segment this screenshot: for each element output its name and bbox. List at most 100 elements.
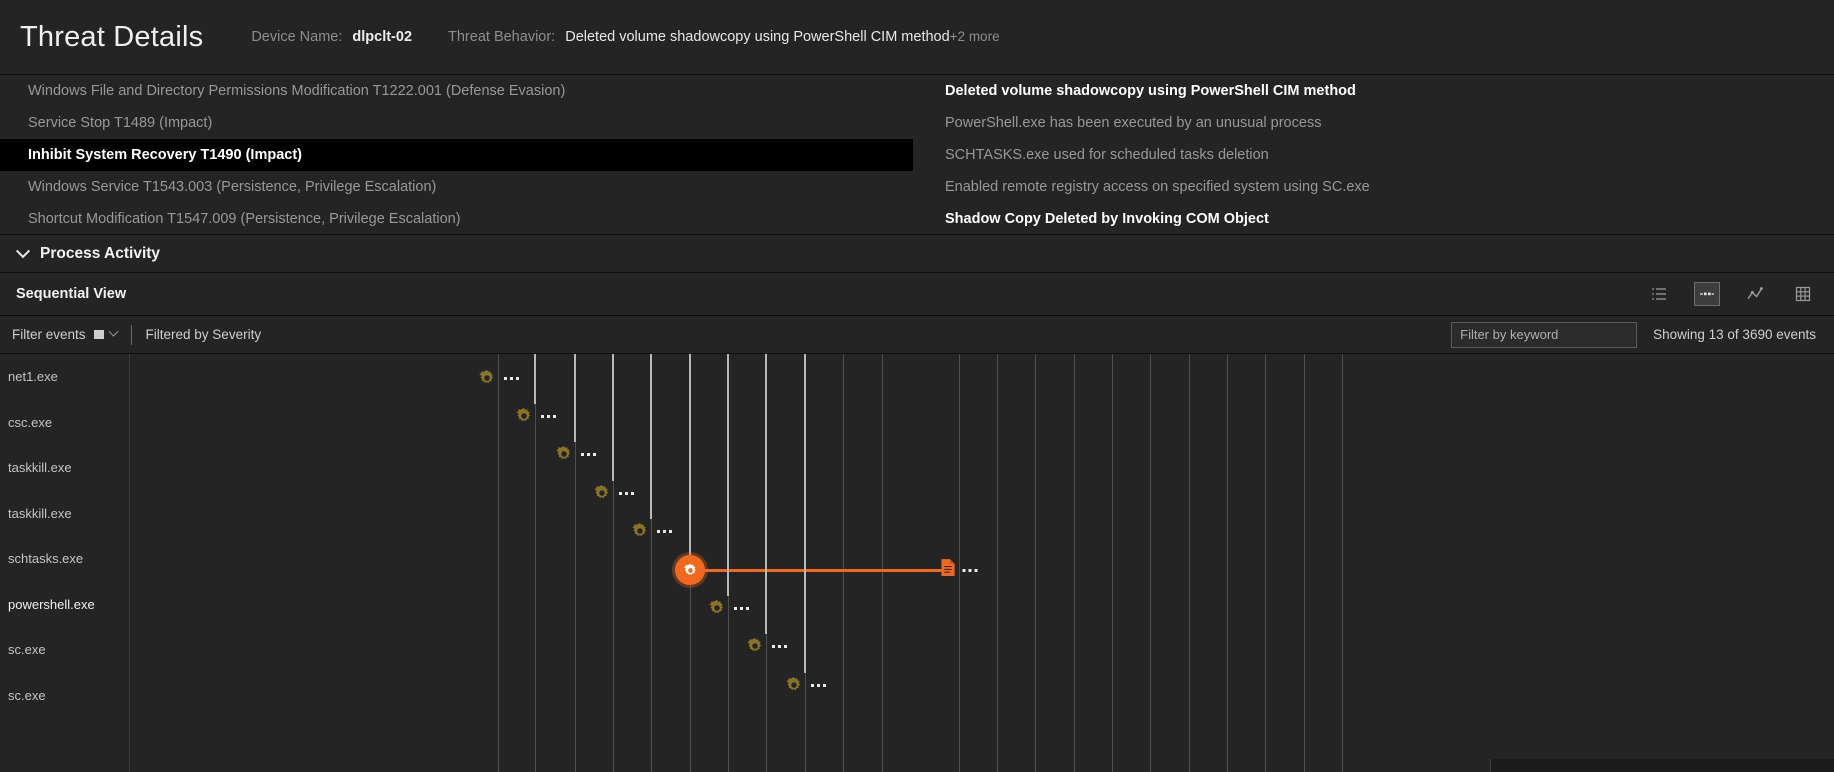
technique-row[interactable]: Inhibit System Recovery T1490 (Impact) (0, 139, 913, 171)
process-name-item[interactable]: net1.exe (0, 354, 129, 400)
page-title: Threat Details (20, 20, 204, 53)
technique-list: Windows File and Directory Permissions M… (0, 75, 915, 235)
timeline-stem (534, 354, 536, 404)
funnel-icon (93, 330, 104, 339)
more-options-icon[interactable] (504, 376, 519, 380)
technique-label: Service Stop T1489 (Impact) (28, 115, 213, 131)
timeline-gridline (1265, 354, 1266, 772)
behavior-label: PowerShell.exe has been executed by an u… (945, 115, 1322, 131)
timeline-stem (689, 354, 691, 558)
filter-toolbar: Filter events Filtered by Severity Showi… (0, 316, 1834, 354)
behavior-row[interactable]: Enabled remote registry access on specif… (945, 171, 1834, 203)
table-view-icon[interactable] (1790, 282, 1816, 306)
behavior-row[interactable]: Deleted volume shadowcopy using PowerShe… (945, 75, 1834, 107)
more-options-icon[interactable] (581, 452, 596, 456)
technique-label: Inhibit System Recovery T1490 (Impact) (28, 147, 302, 163)
divider (130, 324, 132, 345)
sequential-view-icon[interactable] (1694, 282, 1720, 306)
process-gear-icon (477, 368, 497, 388)
graph-view-icon[interactable] (1742, 282, 1768, 306)
behavior-row[interactable]: PowerShell.exe has been executed by an u… (945, 107, 1834, 139)
list-view-icon[interactable] (1646, 282, 1672, 306)
threat-behavior-value: Deleted volume shadowcopy using PowerShe… (565, 29, 999, 45)
timeline-node[interactable] (554, 444, 596, 464)
timeline-node[interactable] (592, 483, 634, 503)
timeline-stem (574, 354, 576, 442)
process-gear-icon (784, 675, 804, 695)
timeline-stem (727, 354, 729, 596)
technique-row[interactable]: Windows Service T1543.003 (Persistence, … (0, 171, 915, 203)
timeline-file-node[interactable] (941, 558, 978, 582)
technique-row[interactable]: Shortcut Modification T1547.009 (Persist… (0, 203, 915, 235)
technique-row[interactable]: Windows File and Directory Permissions M… (0, 75, 915, 107)
timeline-node[interactable] (630, 521, 672, 541)
timeline-canvas (130, 354, 1834, 772)
more-options-icon[interactable] (962, 568, 978, 572)
process-name-column: net1.exe csc.exe taskkill.exe taskkill.exe s… (0, 354, 130, 772)
process-activity-header[interactable]: Process Activity (0, 235, 1834, 273)
threat-behavior-label: Threat Behavior: (448, 29, 556, 45)
process-gear-icon (592, 483, 612, 503)
timeline-gridline (1342, 354, 1343, 772)
process-gear-icon (707, 598, 727, 618)
timeline-node[interactable] (707, 598, 749, 618)
process-activity-title: Process Activity (40, 244, 161, 262)
process-gear-icon (630, 521, 650, 541)
behavior-label: SCHTASKS.exe used for scheduled tasks de… (945, 147, 1269, 163)
behavior-row[interactable]: SCHTASKS.exe used for scheduled tasks de… (945, 139, 1834, 171)
more-options-icon[interactable] (811, 683, 826, 687)
timeline-stem (612, 354, 614, 481)
file-icon (941, 558, 956, 582)
view-toolbar: Sequential View (0, 273, 1834, 316)
more-options-icon[interactable] (772, 644, 787, 648)
filter-events-dropdown[interactable]: Filter events (12, 326, 118, 342)
more-options-icon[interactable] (657, 529, 672, 533)
filtered-by-severity-label: Filtered by Severity (145, 327, 262, 342)
timeline-stem (804, 354, 806, 673)
threat-behavior-more-link[interactable]: +2 more (950, 29, 1000, 44)
behavior-list: Deleted volume shadowcopy using PowerShe… (945, 75, 1834, 235)
keyword-filter-input[interactable] (1451, 321, 1638, 348)
more-options-icon[interactable] (541, 414, 556, 418)
process-name-item[interactable]: sc.exe (0, 627, 129, 673)
view-mode-icons (1646, 282, 1816, 306)
sequential-view-title: Sequential View (16, 286, 127, 302)
process-name-item[interactable]: powershell.exe (0, 582, 129, 628)
process-gear-icon (514, 406, 534, 426)
filter-left-group: Filter events Filtered by Severity (12, 324, 262, 345)
timeline-stem (650, 354, 652, 519)
filter-events-label: Filter events (12, 327, 86, 342)
timeline-gridline (1150, 354, 1151, 772)
process-name-item[interactable]: csc.exe (0, 400, 129, 446)
filter-right-group: Showing 13 of 3690 events (1451, 321, 1816, 348)
timeline-gridline (1112, 354, 1113, 772)
timeline-gridline (1035, 354, 1036, 772)
behavior-row[interactable]: Shadow Copy Deleted by Invoking COM Obje… (945, 203, 1834, 235)
process-name-item[interactable]: sc.exe (0, 673, 129, 719)
process-name-item[interactable]: taskkill.exe (0, 445, 129, 491)
timeline-gridline (997, 354, 998, 772)
process-name-item[interactable]: schtasks.exe (0, 536, 129, 582)
timeline-node-selected[interactable] (675, 555, 705, 585)
timeline-node[interactable] (514, 406, 556, 426)
threat-behavior-text: Deleted volume shadowcopy using PowerShe… (565, 29, 950, 45)
behavior-label: Deleted volume shadowcopy using PowerShe… (945, 83, 1356, 99)
threat-lists: Windows File and Directory Permissions M… (0, 75, 1834, 235)
chevron-down-icon (15, 243, 31, 258)
page-header: Threat Details Device Name: dlpclt-02 Th… (0, 0, 1834, 75)
technique-label: Windows File and Directory Permissions M… (28, 83, 566, 99)
timeline-node[interactable] (784, 675, 826, 695)
more-options-icon[interactable] (619, 491, 634, 495)
timeline-node[interactable] (745, 636, 787, 656)
timeline-gridline (843, 354, 844, 772)
timeline-node[interactable] (477, 368, 519, 388)
more-options-icon[interactable] (734, 606, 749, 610)
technique-row[interactable]: Service Stop T1489 (Impact) (0, 107, 915, 139)
technique-label: Windows Service T1543.003 (Persistence, … (28, 179, 437, 195)
timeline-gridline (1074, 354, 1075, 772)
timeline-gridline (498, 354, 499, 772)
process-gear-icon (554, 444, 574, 464)
timeline-gridline (1189, 354, 1190, 772)
process-gear-icon (675, 555, 705, 585)
process-name-item[interactable]: taskkill.exe (0, 491, 129, 537)
